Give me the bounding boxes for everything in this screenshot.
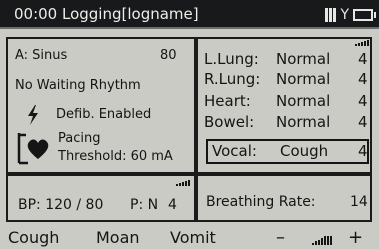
waiting-rhythm-text: No Waiting Rhythm [15,78,141,93]
vomit-button[interactable]: Vomit [170,228,216,248]
lung-left-label: L.Lung: [204,50,259,68]
rhythm-rate: 80 [160,48,177,63]
battery-icon [353,9,376,21]
breathing-rate-label: Breathing Rate: [206,194,316,210]
lung-left-value[interactable]: Normal [276,50,330,68]
bowel-label: Bowel: [204,113,255,131]
pacing-threshold: Threshold: 60 mA [58,149,173,164]
title-divider [0,27,379,29]
pacing-label: Pacing [58,131,101,146]
title-text: 00:00 Logging[logname] [14,5,199,23]
vocal-value[interactable]: Cough [280,142,328,160]
signal-strength-icon [325,8,337,22]
increase-button[interactable]: + [348,228,363,248]
heart-label: Heart: [204,92,251,110]
bp-volume-level-icon [176,180,190,186]
heart-value[interactable]: Normal [276,92,330,110]
antenna-icon: Y [340,7,349,23]
volume-level-icon [355,40,369,46]
lung-right-label: R.Lung: [204,70,261,88]
cough-button[interactable]: Cough [8,228,59,248]
status-icons: Y [325,6,376,24]
bp-value[interactable]: BP: 120 / 80 [18,196,103,214]
volume-icon [312,236,332,245]
vocal-label: Vocal: [212,142,257,160]
lung-left-level: 4 [358,50,368,68]
lightning-icon [28,105,38,125]
decrease-button[interactable]: – [276,228,285,248]
bowel-value[interactable]: Normal [276,113,330,131]
defib-status: Defib. Enabled [56,107,152,122]
pacing-heart-icon [17,133,49,165]
lung-right-value[interactable]: Normal [276,70,330,88]
heart-level: 4 [358,92,368,110]
lung-right-level: 4 [358,70,368,88]
bowel-level: 4 [358,113,368,131]
bp-level: 4 [168,197,177,213]
rhythm-label[interactable]: A: Sinus [15,48,67,64]
breathing-rate-value[interactable]: 14 [350,193,368,211]
moan-button[interactable]: Moan [96,228,140,248]
pulse-value[interactable]: P: N [130,196,158,214]
vocal-level: 4 [358,142,368,160]
